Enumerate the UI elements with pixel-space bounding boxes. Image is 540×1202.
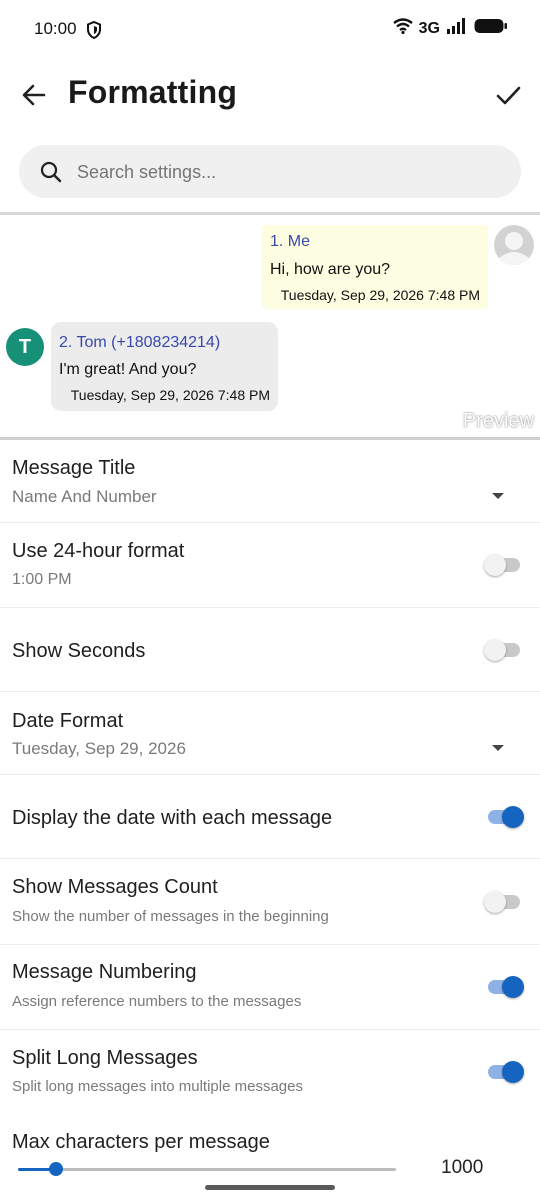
setting-label: Show Seconds	[12, 640, 146, 662]
setting-value: 1:00 PM	[12, 571, 72, 588]
check-icon	[496, 86, 521, 105]
setting-max-characters: Max characters per message	[0, 1114, 540, 1194]
settings-list: Message Title Name And Number Use 24-hou…	[0, 440, 540, 1194]
slider-track	[18, 1168, 396, 1171]
message-bubble-tom: 2. Tom (+1808234214) I'm great! And you?…	[51, 322, 278, 411]
use-24-hour-toggle[interactable]	[484, 552, 524, 578]
max-characters-value: 1000	[441, 1157, 484, 1178]
message-title: 2. Tom (+1808234214)	[59, 334, 221, 351]
navigation-handle[interactable]	[205, 1185, 335, 1190]
setting-split-long-messages[interactable]: Split Long Messages Split long messages …	[0, 1030, 540, 1114]
confirm-button[interactable]	[494, 81, 522, 109]
setting-show-seconds[interactable]: Show Seconds	[0, 608, 540, 692]
setting-label: Use 24-hour format	[12, 540, 185, 562]
search-input[interactable]	[75, 145, 499, 200]
setting-date-format[interactable]: Date Format Tuesday, Sep 29, 2026	[0, 692, 540, 775]
setting-value: Tuesday, Sep 29, 2026	[12, 739, 186, 758]
setting-label: Max characters per message	[12, 1131, 270, 1153]
setting-label: Date Format	[12, 710, 124, 732]
display-date-toggle[interactable]	[484, 804, 524, 830]
setting-message-title[interactable]: Message Title Name And Number	[0, 440, 540, 523]
message-bubble-me: 1. Me Hi, how are you? Tuesday, Sep 29, …	[262, 225, 488, 309]
setting-show-messages-count[interactable]: Show Messages Count Show the number of m…	[0, 859, 540, 945]
preview-label: Preview	[462, 410, 534, 432]
show-seconds-toggle[interactable]	[484, 637, 524, 663]
setting-label: Message Title	[12, 457, 136, 479]
avatar: T	[6, 328, 44, 366]
arrow-back-icon	[22, 84, 46, 106]
setting-description: Split long messages into multiple messag…	[12, 1078, 303, 1095]
split-long-messages-toggle[interactable]	[484, 1059, 524, 1085]
setting-description: Assign reference numbers to the messages	[12, 993, 302, 1010]
dropdown-arrow-icon[interactable]	[492, 745, 504, 751]
page-title: Formatting	[68, 74, 238, 110]
message-time: Tuesday, Sep 29, 2026 7:48 PM	[70, 387, 270, 403]
avatar	[494, 225, 534, 265]
message-text: I'm great! And you?	[59, 361, 197, 378]
app-bar: Formatting	[0, 60, 540, 130]
message-time: Tuesday, Sep 29, 2026 7:48 PM	[280, 287, 480, 303]
search-bar[interactable]	[19, 145, 521, 200]
setting-use-24-hour[interactable]: Use 24-hour format 1:00 PM	[0, 523, 540, 608]
setting-display-date[interactable]: Display the date with each message	[0, 775, 540, 859]
setting-label: Show Messages Count	[12, 876, 218, 898]
slider-thumb[interactable]	[49, 1162, 63, 1176]
show-messages-count-toggle[interactable]	[484, 889, 524, 915]
battery-icon	[474, 18, 508, 39]
shield-icon	[86, 20, 102, 44]
wifi-icon	[392, 18, 413, 39]
message-preview: 1. Me Hi, how are you? Tuesday, Sep 29, …	[0, 212, 540, 440]
network-type: 3G	[418, 19, 440, 37]
back-button[interactable]	[20, 81, 48, 109]
signal-icon	[446, 18, 468, 39]
message-title: 1. Me	[270, 233, 311, 250]
setting-label: Message Numbering	[12, 961, 197, 983]
dropdown-arrow-icon[interactable]	[492, 493, 504, 499]
status-bar: 10:00 3G	[0, 0, 540, 60]
status-time: 10:00	[34, 19, 77, 38]
message-text: Hi, how are you?	[270, 261, 391, 278]
setting-message-numbering[interactable]: Message Numbering Assign reference numbe…	[0, 945, 540, 1030]
setting-label: Split Long Messages	[12, 1047, 198, 1069]
search-icon	[39, 160, 63, 189]
setting-value: Name And Number	[12, 487, 157, 506]
person-icon	[495, 226, 533, 265]
setting-label: Display the date with each message	[12, 807, 333, 829]
message-numbering-toggle[interactable]	[484, 974, 524, 1000]
setting-description: Show the number of messages in the begin…	[12, 908, 329, 925]
max-characters-slider[interactable]	[18, 1162, 396, 1176]
status-icons: 3G	[392, 18, 508, 39]
